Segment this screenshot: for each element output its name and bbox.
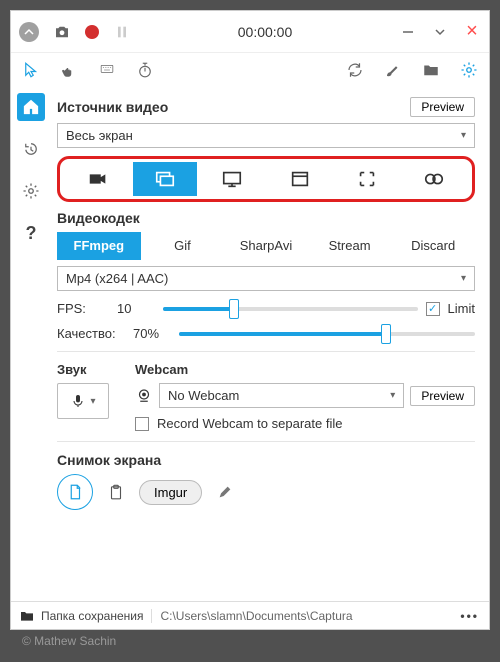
video-source-dropdown[interactable]: Весь экран ▾: [57, 123, 475, 148]
imgur-button[interactable]: Imgur: [139, 480, 202, 505]
clipboard-icon[interactable]: [107, 483, 125, 501]
webcam-dropdown[interactable]: No Webcam ▾: [159, 383, 404, 408]
save-folder-label: Папка сохранения: [41, 609, 143, 623]
fps-slider[interactable]: [163, 307, 418, 311]
save-path[interactable]: C:\Users\slamn\Documents\Captura: [151, 609, 450, 623]
record-button[interactable]: [85, 25, 99, 39]
cursor-tool[interactable]: [21, 60, 41, 80]
close-button[interactable]: ×: [463, 23, 481, 41]
sound-title: Звук: [57, 362, 117, 377]
side-nav: ?: [11, 87, 51, 601]
webcam-separate-checkbox[interactable]: [135, 417, 149, 431]
nav-settings[interactable]: [17, 177, 45, 205]
expand-down-button[interactable]: [431, 23, 449, 41]
codec-title: Видеокодек: [57, 210, 140, 226]
chevron-down-icon: ▾: [461, 130, 466, 141]
source-region[interactable]: [335, 162, 398, 196]
statusbar: Папка сохранения C:\Users\slamn\Document…: [11, 601, 489, 629]
folder-icon: [19, 608, 35, 624]
codec-tab-ffmpeg[interactable]: FFmpeg: [57, 232, 141, 260]
screenshot-file-button[interactable]: [57, 474, 93, 510]
keyboard-tool[interactable]: [97, 60, 117, 80]
codec-tabs: FFmpeg Gif SharpAvi Stream Discard: [57, 232, 475, 260]
format-dropdown[interactable]: Mp4 (x264 | AAC) ▾: [57, 266, 475, 291]
preview-button[interactable]: Preview: [410, 97, 475, 117]
limit-label: Limit: [448, 301, 475, 316]
timer-tool[interactable]: [135, 60, 155, 80]
sound-mic-button[interactable]: ▾: [57, 383, 109, 419]
more-button[interactable]: •••: [450, 609, 489, 623]
refresh-tool[interactable]: [345, 60, 365, 80]
screenshot-title: Снимок экрана: [57, 452, 161, 468]
codec-tab-discard[interactable]: Discard: [391, 232, 475, 260]
format-selected: Mp4 (x264 | AAC): [66, 271, 168, 286]
titlebar: 00:00:00 ×: [11, 11, 489, 53]
quality-value: 70%: [133, 326, 171, 341]
video-source-title: Источник видео: [57, 99, 168, 115]
chevron-down-icon: ▾: [461, 273, 466, 284]
collapse-button[interactable]: [19, 22, 39, 42]
timer-display: 00:00:00: [131, 24, 399, 40]
fps-label: FPS:: [57, 301, 109, 316]
nav-home[interactable]: [17, 93, 45, 121]
limit-checkbox[interactable]: ✓: [426, 302, 440, 316]
source-game[interactable]: [403, 162, 466, 196]
webcam-title: Webcam: [135, 362, 475, 377]
divider: [57, 441, 475, 442]
nav-history[interactable]: [17, 135, 45, 163]
webcam-preview-button[interactable]: Preview: [410, 386, 475, 406]
settings-tool[interactable]: [459, 60, 479, 80]
chevron-down-icon: ▾: [390, 390, 395, 401]
fps-value: 10: [117, 301, 155, 316]
app-window: 00:00:00 ×: [10, 10, 490, 630]
folder-tool[interactable]: [421, 60, 441, 80]
tools-row: [11, 53, 489, 87]
camera-icon[interactable]: [53, 23, 71, 41]
source-type-tabs: [57, 156, 475, 202]
divider: [57, 351, 475, 352]
webcam-icon: [135, 387, 153, 405]
codec-tab-stream[interactable]: Stream: [308, 232, 392, 260]
codec-tab-sharpavi[interactable]: SharpAvi: [224, 232, 308, 260]
video-source-selected: Весь экран: [66, 128, 133, 143]
source-camera[interactable]: [66, 162, 129, 196]
quality-label: Качество:: [57, 326, 125, 341]
click-tool[interactable]: [59, 60, 79, 80]
credit-text: © Mathew Sachin: [10, 630, 490, 652]
minimize-button[interactable]: [399, 23, 417, 41]
codec-tab-gif[interactable]: Gif: [141, 232, 225, 260]
quality-slider[interactable]: [179, 332, 475, 336]
source-window[interactable]: [268, 162, 331, 196]
nav-help[interactable]: ?: [17, 219, 45, 247]
webcam-separate-label: Record Webcam to separate file: [157, 416, 342, 431]
pencil-icon[interactable]: [216, 483, 234, 501]
pause-button[interactable]: [113, 23, 131, 41]
webcam-selected: No Webcam: [168, 388, 239, 403]
main-panel: Источник видео Preview Весь экран ▾: [51, 87, 489, 601]
source-monitor[interactable]: [201, 162, 264, 196]
chevron-down-icon: ▾: [90, 396, 95, 407]
source-screens[interactable]: [133, 162, 196, 196]
brush-tool[interactable]: [383, 60, 403, 80]
